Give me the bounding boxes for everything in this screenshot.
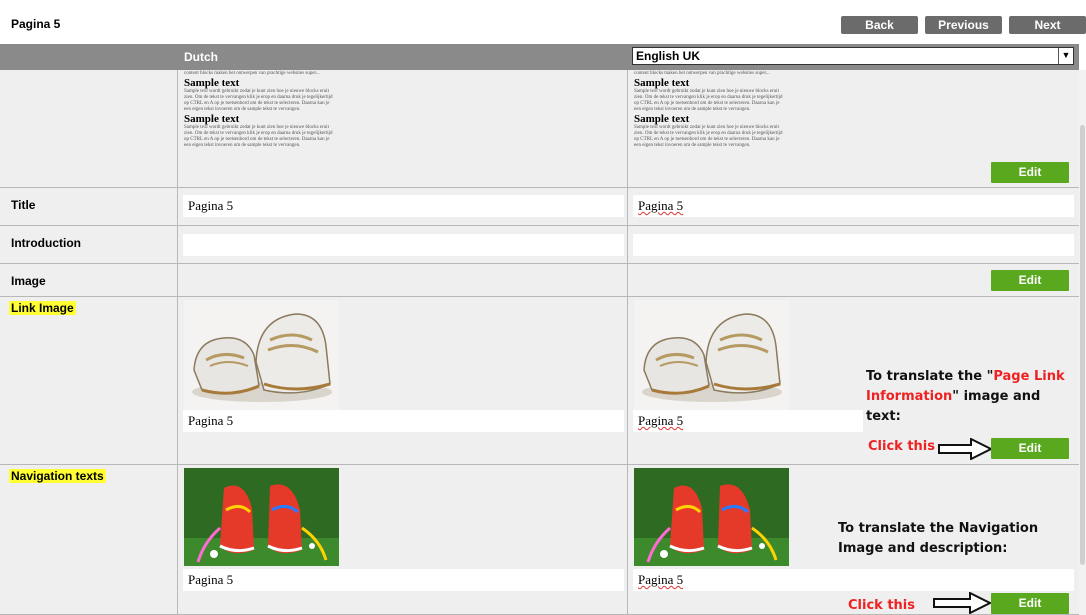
chevron-down-icon[interactable]: ▼ <box>1058 48 1073 64</box>
link-caption-target-field[interactable]: Pagina 5 <box>633 410 863 432</box>
colorful-shoes-image-source[interactable] <box>184 468 339 566</box>
edit-image-button[interactable]: Edit <box>991 270 1069 291</box>
scrollbar-thumb[interactable] <box>1080 125 1085 565</box>
colorful-shoes-image-target[interactable] <box>634 468 789 566</box>
nav-annotation: To translate the Navigation Image and de… <box>838 521 1039 556</box>
next-button[interactable]: Next <box>1009 16 1086 34</box>
top-bar: Pagina 5 Back Previous Next <box>0 0 1086 44</box>
vertical-scrollbar[interactable] <box>1079 70 1086 615</box>
arrow-right-icon <box>938 438 993 460</box>
link-annotation: To translate the "Page Link Information"… <box>866 369 1065 424</box>
source-language-label: Dutch <box>184 50 218 64</box>
previous-button[interactable]: Previous <box>925 16 1002 34</box>
edit-link-image-button[interactable]: Edit <box>991 438 1069 459</box>
edit-content-button[interactable]: Edit <box>991 162 1069 183</box>
image-label: Image <box>11 274 46 288</box>
target-preview[interactable]: content blocks maken het ontwerpen van p… <box>634 71 1074 149</box>
column-divider <box>177 70 178 615</box>
introduction-target-field[interactable] <box>633 234 1074 256</box>
link-caption-source-field[interactable]: Pagina 5 <box>183 410 624 432</box>
click-this-label: Click this <box>848 598 915 613</box>
page-title: Pagina 5 <box>11 17 61 31</box>
arrow-right-icon <box>933 592 992 614</box>
content-preview-row: content blocks maken het ontwerpen van p… <box>0 70 1079 188</box>
title-label: Title <box>11 198 36 212</box>
back-button[interactable]: Back <box>841 16 918 34</box>
baby-shoes-image-source[interactable] <box>184 300 339 410</box>
edit-navigation-button[interactable]: Edit <box>991 593 1069 614</box>
navigation-texts-row: Navigation texts Pagina 5 Pagina 5 To tr… <box>0 465 1079 615</box>
source-preview[interactable]: content blocks maken het ontwerpen van p… <box>184 71 624 149</box>
column-divider <box>627 70 628 615</box>
title-source-field[interactable]: Pagina 5 <box>183 195 624 217</box>
link-image-label: Link Image <box>9 301 76 315</box>
introduction-row: Introduction <box>0 226 1079 264</box>
target-language-select[interactable]: English UK ▼ <box>632 47 1074 65</box>
title-row: Title Pagina 5 Pagina 5 <box>0 188 1079 226</box>
introduction-label: Introduction <box>11 236 81 250</box>
link-image-row: Link Image Pagina 5 Pagina 5 To translat… <box>0 297 1079 465</box>
nav-caption-target-field[interactable]: Pagina 5 <box>633 569 1074 591</box>
title-target-field[interactable]: Pagina 5 <box>633 195 1074 217</box>
target-language-value: English UK <box>636 49 701 63</box>
image-row: Image Edit <box>0 264 1079 297</box>
navigation-texts-label: Navigation texts <box>9 469 106 483</box>
language-header-row: Dutch English UK ▼ <box>0 44 1079 70</box>
nav-caption-source-field[interactable]: Pagina 5 <box>183 569 624 591</box>
introduction-source-field[interactable] <box>183 234 624 256</box>
click-this-label: Click this <box>868 439 935 454</box>
baby-shoes-image-target[interactable] <box>634 300 789 410</box>
